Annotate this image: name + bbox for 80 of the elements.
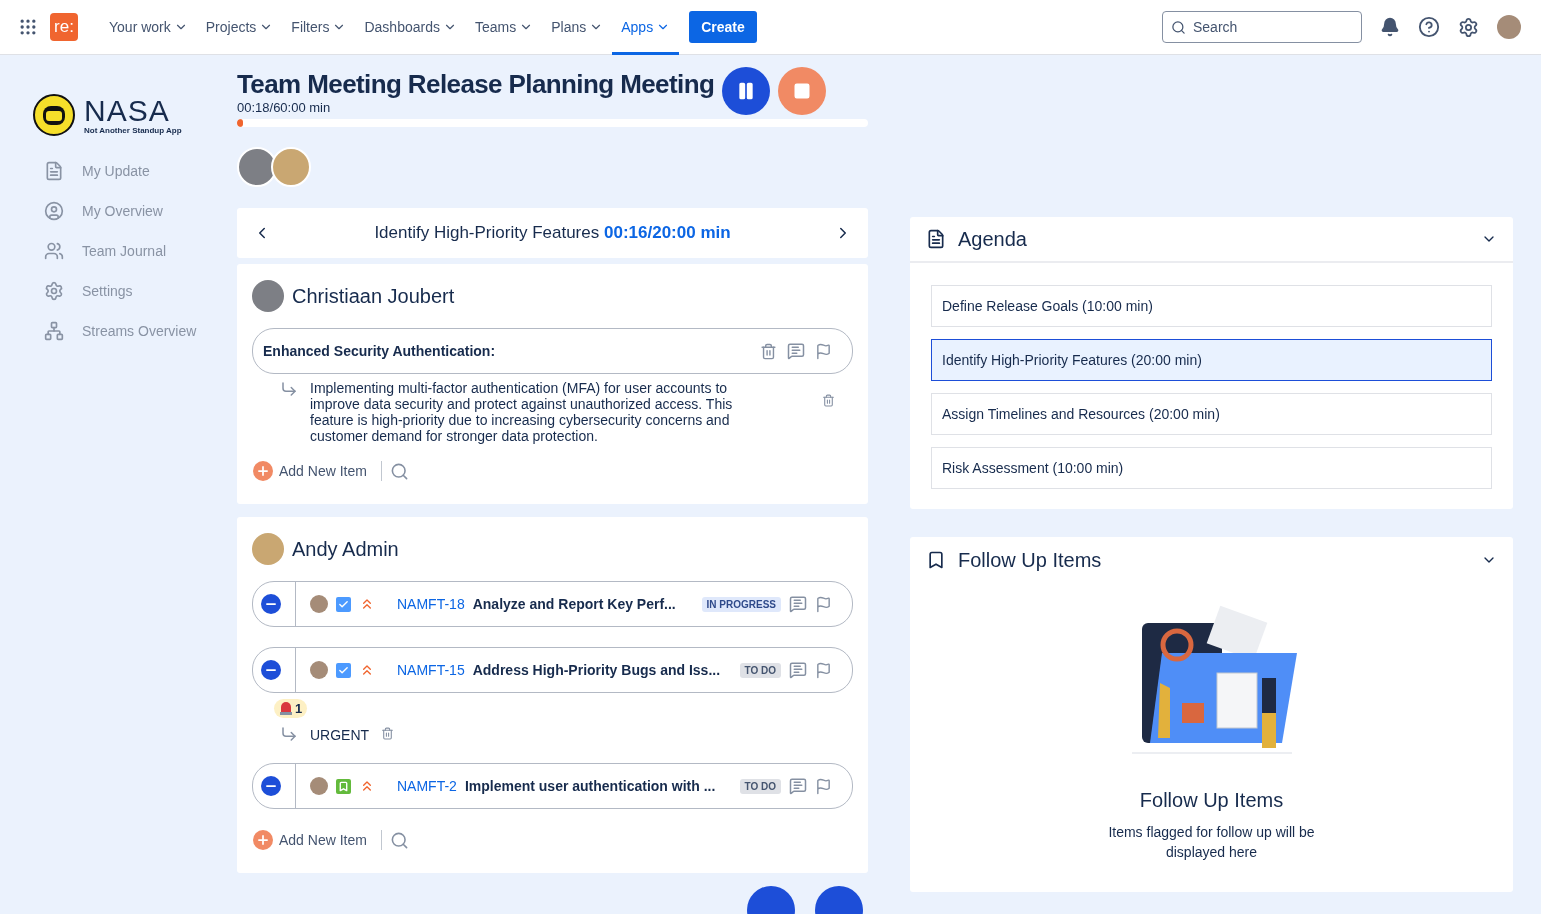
issue-key-link[interactable]: NAMFT-18 <box>397 596 465 612</box>
meeting-title: Team Meeting Release Planning Meeting <box>237 67 715 100</box>
assignee-avatar <box>310 595 328 613</box>
nav-menu[interactable]: Teams <box>465 0 543 55</box>
plus-icon <box>253 461 273 481</box>
assignee-avatar <box>310 661 328 679</box>
stop-icon <box>793 82 812 100</box>
reply-arrow-icon <box>280 725 298 743</box>
nav-menu[interactable]: Dashboards <box>355 0 466 55</box>
delete-icon[interactable] <box>760 342 777 360</box>
comment-icon[interactable] <box>789 595 807 613</box>
participant-avatar[interactable] <box>271 147 311 187</box>
profile-avatar[interactable] <box>1497 15 1521 39</box>
issue-key-link[interactable]: NAMFT-15 <box>397 662 465 678</box>
astronaut-helmet-icon <box>32 93 76 137</box>
app-logo-subtitle: Not Another Standup App <box>84 125 182 135</box>
flag-icon[interactable] <box>815 777 832 795</box>
empty-state-text: Items flagged for follow up will be displayed here <box>1107 823 1316 862</box>
nav-menu[interactable]: Apps <box>612 0 680 55</box>
status-label: TO DO <box>739 662 781 678</box>
nav-menu[interactable]: Your work <box>100 0 197 55</box>
comment-text: URGENT <box>310 727 370 743</box>
issue-summary: Analyze and Report Key Perf... <box>472 596 677 612</box>
team-icon <box>44 241 64 261</box>
settings-icon <box>44 281 64 301</box>
settings-icon[interactable] <box>1458 16 1479 38</box>
help-icon[interactable] <box>1418 16 1440 38</box>
remove-button[interactable] <box>261 776 281 796</box>
plus-icon <box>253 830 273 850</box>
status-label: TO DO <box>739 778 781 794</box>
remove-button[interactable] <box>261 660 281 680</box>
remove-button[interactable] <box>261 594 281 614</box>
siren-icon <box>279 702 293 715</box>
agenda-item[interactable]: Assign Timelines and Resources (20:00 min) <box>931 393 1492 435</box>
user-icon <box>44 201 64 221</box>
meeting-timer: 00:18/60:00 min <box>237 99 332 115</box>
nav-menu[interactable]: Plans <box>542 0 613 55</box>
delete-icon[interactable] <box>822 394 835 407</box>
create-button[interactable]: Create <box>689 11 757 43</box>
note-title: Enhanced Security Authentication: <box>263 343 497 359</box>
topic-title: Identify High-Priority Features 00:16/20:00 min <box>374 223 731 243</box>
comment-icon[interactable] <box>789 661 807 679</box>
app-logo-title: NASA <box>84 95 171 126</box>
comment-text: Implementing multi-factor authentication (MFA) for user accounts to improve data security and protect against unauthorized access. This feature is high-priority due to increasing cybersecurity concerns and customer demand for stronger data protection. <box>310 380 734 444</box>
bookmark-icon <box>926 550 946 570</box>
flag-icon[interactable] <box>815 661 832 679</box>
reply-arrow-icon <box>280 380 298 398</box>
flag-icon[interactable] <box>815 342 832 360</box>
user-avatar <box>252 533 284 565</box>
user-name: Andy Admin <box>292 537 399 561</box>
agenda-item[interactable]: Risk Assessment (10:00 min) <box>931 447 1492 489</box>
user-avatar <box>252 280 284 312</box>
search-icon[interactable] <box>389 461 409 481</box>
agenda-item[interactable]: Identify High-Priority Features (20:00 min) <box>931 339 1492 381</box>
document-icon <box>926 229 946 249</box>
empty-state-title: Follow Up Items <box>1139 789 1284 812</box>
status-label: IN PROGRESS <box>701 596 781 612</box>
notification-icon[interactable] <box>1380 17 1400 37</box>
nav-menu[interactable]: Projects <box>196 0 283 55</box>
agenda-item[interactable]: Define Release Goals (10:00 min) <box>931 285 1492 327</box>
issue-key-link[interactable]: NAMFT-2 <box>397 778 457 794</box>
app-switcher-icon[interactable] <box>18 17 38 37</box>
panel-title: Agenda <box>958 227 1028 251</box>
issue-summary: Address High-Priority Bugs and Iss... <box>472 662 722 678</box>
comment-icon[interactable] <box>789 777 807 795</box>
add-item-button[interactable]: Add New Item <box>247 460 373 482</box>
user-name: Christiaan Joubert <box>292 284 455 308</box>
issue-summary: Implement user authentication with ... <box>464 778 717 794</box>
document-icon <box>44 161 64 181</box>
search-icon[interactable] <box>389 830 409 850</box>
add-item-button[interactable]: Add New Item <box>247 829 373 851</box>
comment-icon[interactable] <box>787 342 805 360</box>
delete-icon[interactable] <box>381 727 395 740</box>
panel-title: Follow Up Items <box>958 548 1103 572</box>
hierarchy-icon <box>44 321 64 341</box>
flag-icon[interactable] <box>815 595 832 613</box>
alert-count-badge: 1 <box>274 699 308 718</box>
nav-menu[interactable]: Filters <box>282 0 356 55</box>
search-field[interactable]: Search <box>1162 11 1362 43</box>
assignee-avatar <box>310 777 328 795</box>
